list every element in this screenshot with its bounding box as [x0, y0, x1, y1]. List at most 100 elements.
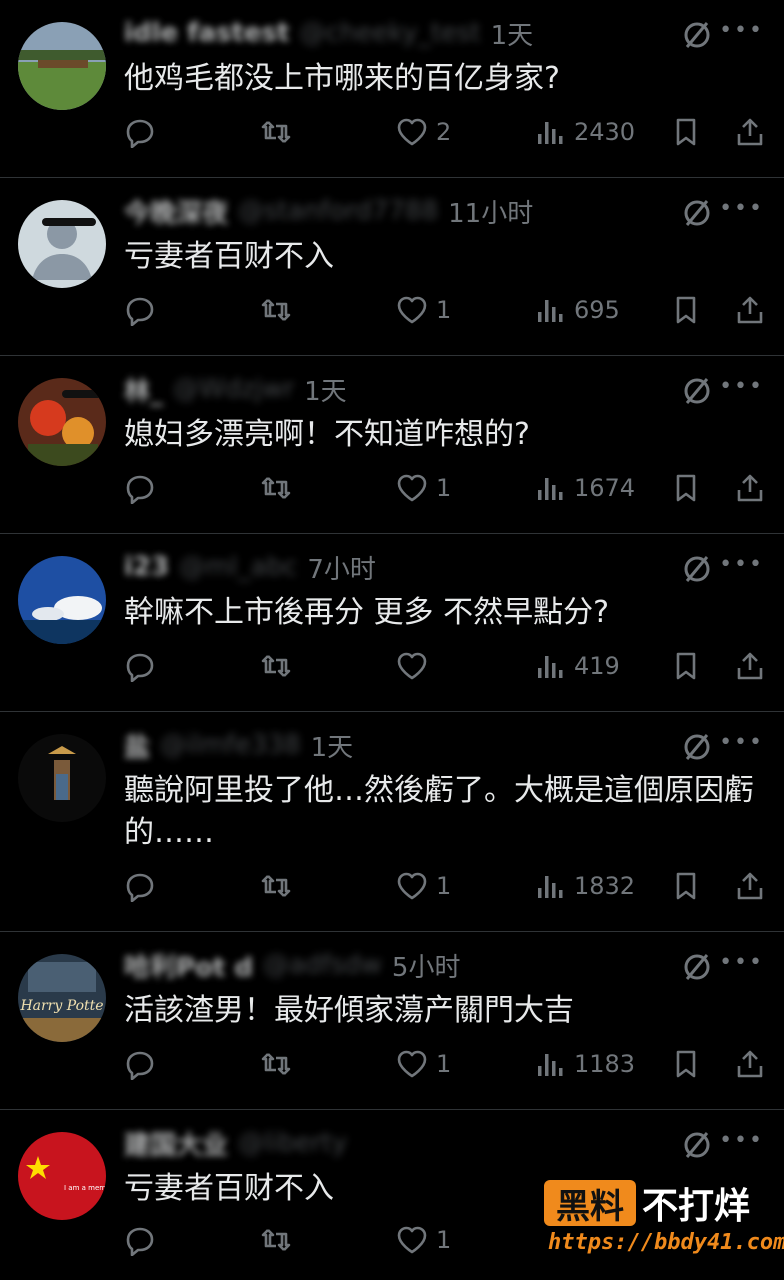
like-button[interactable]: 2 [396, 112, 451, 152]
timestamp[interactable]: 1天 [311, 727, 354, 764]
display-name[interactable]: 哈利Pot d [124, 947, 253, 984]
bookmark-button[interactable] [670, 290, 702, 330]
more-icon[interactable]: ••• [719, 1128, 764, 1153]
reply-button[interactable] [124, 1044, 156, 1084]
reply-button[interactable] [124, 112, 156, 152]
display-name[interactable]: 盐 [124, 727, 150, 764]
display-name[interactable]: i23 [124, 552, 169, 582]
display-name[interactable]: 建国大业 [124, 1125, 228, 1162]
bookmark-button[interactable] [670, 1044, 702, 1084]
bookmark-button[interactable] [670, 468, 702, 508]
share-button[interactable] [734, 112, 766, 152]
action-bar: 1 1832 [124, 866, 774, 906]
timestamp[interactable]: 11小时 [448, 193, 533, 230]
reply-button[interactable] [124, 646, 156, 686]
grok-icon[interactable] [682, 952, 712, 982]
retweet-icon [261, 655, 291, 677]
reply-button[interactable] [124, 290, 156, 330]
timestamp[interactable]: 7小时 [307, 549, 376, 586]
like-button[interactable]: 1 [396, 1220, 451, 1260]
grok-icon[interactable] [682, 198, 712, 228]
reply-post[interactable]: Harry Potte 哈利Pot d @adfsdw 5小时 ••• 活該渣男… [0, 932, 784, 1110]
share-button[interactable] [734, 866, 766, 906]
like-count: 1 [436, 1226, 452, 1254]
views-button[interactable]: 1674 [534, 468, 635, 508]
bookmark-button[interactable] [670, 112, 702, 152]
grok-icon[interactable] [682, 732, 712, 762]
avatar[interactable] [18, 556, 106, 644]
retweet-icon [261, 299, 291, 321]
like-button[interactable]: 1 [396, 866, 451, 906]
retweet-button[interactable] [260, 112, 292, 152]
reply-button[interactable] [124, 866, 156, 906]
like-button[interactable]: 1 [396, 1044, 451, 1084]
more-icon[interactable]: ••• [719, 730, 764, 755]
view-count: 1832 [574, 872, 636, 900]
share-icon [737, 1050, 763, 1078]
reply-icon [126, 1227, 154, 1256]
display-name[interactable]: idle fastest [124, 18, 289, 48]
timestamp[interactable]: 1天 [491, 15, 534, 52]
bookmark-icon [676, 1050, 696, 1078]
bookmark-icon [676, 118, 696, 146]
display-name[interactable]: 今晚深夜 [124, 193, 228, 230]
retweet-button[interactable] [260, 866, 292, 906]
display-name[interactable]: 林_ [124, 371, 163, 408]
avatar[interactable]: I am a member of the Communist Party of … [18, 1132, 106, 1220]
grok-icon[interactable] [682, 376, 712, 406]
post-meta: 盐 @ilmfe338 1天 [124, 727, 544, 764]
more-icon[interactable]: ••• [719, 950, 764, 975]
timestamp[interactable]: 1天 [304, 371, 347, 408]
reply-post[interactable]: 林_ @Wdzjwr 1天 ••• 媳妇多漂亮啊！不知道咋想的? 1 1674 [0, 356, 784, 534]
avatar[interactable] [18, 378, 106, 466]
avatar[interactable] [18, 22, 106, 110]
grok-icon[interactable] [682, 20, 712, 50]
share-button[interactable] [734, 290, 766, 330]
like-button[interactable]: 1 [396, 290, 451, 330]
reply-post[interactable]: idle fastest @cheeky_test 1天 ••• 他鸡毛都没上市… [0, 0, 784, 178]
views-button[interactable]: 695 [534, 290, 620, 330]
more-icon[interactable]: ••• [719, 196, 764, 221]
views-button[interactable]: 2430 [534, 112, 635, 152]
more-icon[interactable]: ••• [719, 552, 764, 577]
avatar[interactable] [18, 734, 106, 822]
post-meta: 林_ @Wdzjwr 1天 [124, 371, 544, 408]
views-button[interactable]: 1832 [534, 866, 635, 906]
retweet-button[interactable] [260, 468, 292, 508]
like-button[interactable]: 1 [396, 468, 451, 508]
reply-post[interactable]: i23 @ml_abc 7小时 ••• 幹嘛不上市後再分 更多 不然早點分? 4… [0, 534, 784, 712]
bookmark-button[interactable] [670, 866, 702, 906]
like-button[interactable] [396, 646, 436, 686]
reply-icon [126, 653, 154, 682]
views-button[interactable]: 419 [534, 646, 620, 686]
user-handle: @ml_abc [179, 552, 298, 582]
retweet-button[interactable] [260, 1220, 292, 1260]
bookmark-button[interactable] [670, 646, 702, 686]
view-count: 1183 [574, 1050, 636, 1078]
grok-icon[interactable] [682, 554, 712, 584]
views-button[interactable]: 1183 [534, 1044, 635, 1084]
retweet-icon [261, 477, 291, 499]
grok-icon[interactable] [682, 1130, 712, 1160]
avatar[interactable] [18, 200, 106, 288]
user-handle: @Wdzjwr [173, 374, 295, 404]
like-count: 1 [436, 296, 452, 324]
reply-icon [126, 873, 154, 902]
like-count: 2 [436, 118, 452, 146]
reply-post[interactable]: 盐 @ilmfe338 1天 ••• 聽說阿里投了他…然後虧了。大概是這個原因虧… [0, 712, 784, 932]
reply-button[interactable] [124, 1220, 156, 1260]
retweet-button[interactable] [260, 646, 292, 686]
retweet-button[interactable] [260, 290, 292, 330]
more-icon[interactable]: ••• [719, 374, 764, 399]
action-bar: 1 695 [124, 290, 774, 330]
avatar[interactable]: Harry Potte [18, 954, 106, 1042]
share-button[interactable] [734, 1044, 766, 1084]
more-icon[interactable]: ••• [719, 18, 764, 43]
reply-button[interactable] [124, 468, 156, 508]
reply-post[interactable]: 今晚深夜 @stanford7788 11小时 ••• 亏妻者百财不入 1 69… [0, 178, 784, 356]
retweet-icon [261, 1053, 291, 1075]
share-button[interactable] [734, 646, 766, 686]
retweet-button[interactable] [260, 1044, 292, 1084]
share-button[interactable] [734, 468, 766, 508]
timestamp[interactable]: 5小时 [392, 947, 461, 984]
